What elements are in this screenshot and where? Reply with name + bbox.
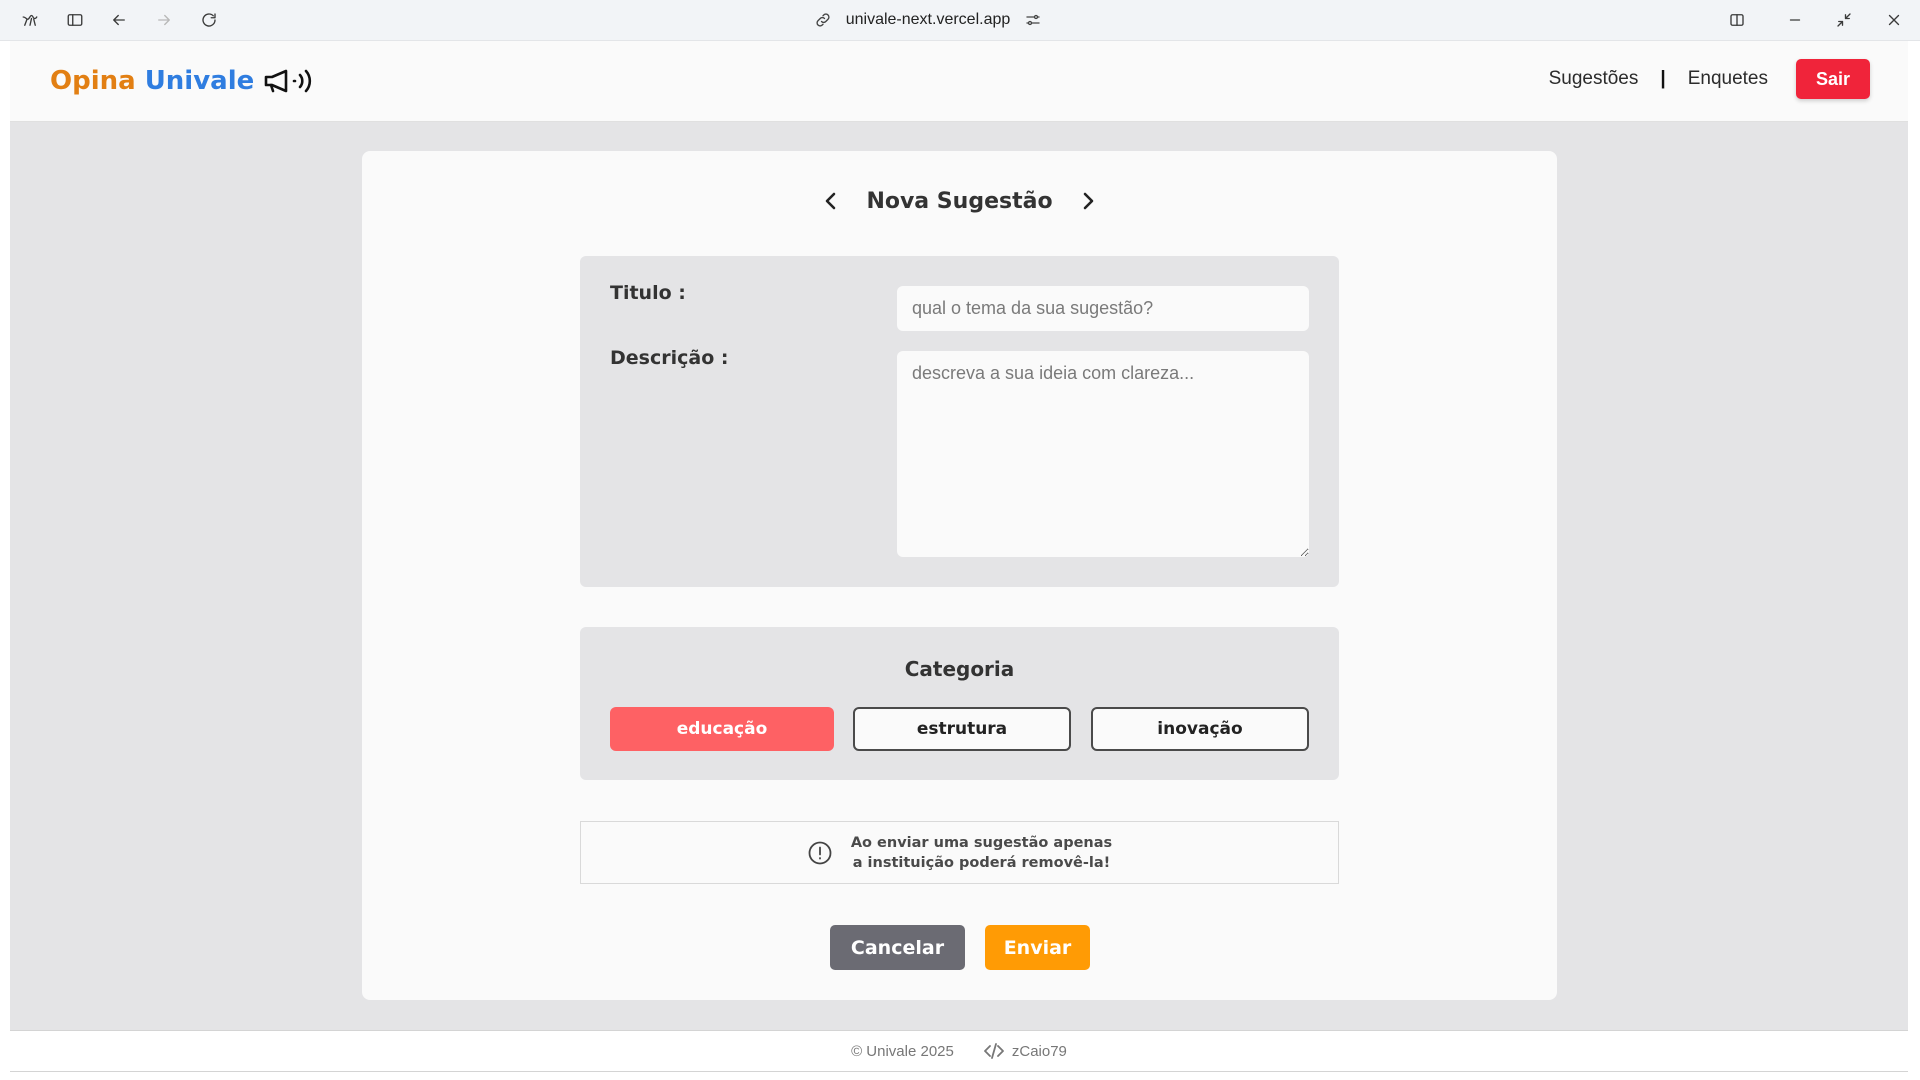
suggestion-form-panel: Titulo : Descrição : — [580, 256, 1339, 587]
minimize-icon[interactable] — [1781, 8, 1809, 32]
address-bar[interactable]: univale-next.vercel.app — [808, 6, 1048, 34]
category-button-educacao[interactable]: educação — [610, 707, 834, 751]
notice-text: Ao enviar uma sugestão apenas a institui… — [851, 833, 1112, 873]
notice-line-2: a instituição poderá removê-la! — [852, 854, 1111, 871]
link-icon — [816, 13, 830, 27]
nav-polls-link[interactable]: Enquetes — [1688, 68, 1768, 90]
footer-author-link[interactable]: zCaio79 — [983, 1043, 1067, 1060]
title-input[interactable] — [897, 286, 1309, 331]
logout-button[interactable]: Sair — [1796, 59, 1870, 99]
footer-author-name[interactable]: zCaio79 — [1012, 1043, 1067, 1060]
close-icon[interactable] — [1880, 8, 1908, 32]
main-nav: Sugestões | Enquetes Sair — [1549, 59, 1870, 99]
description-textarea[interactable] — [897, 351, 1309, 557]
title-label: Titulo : — [610, 282, 686, 304]
site-settings-icon[interactable] — [1024, 11, 1042, 29]
alert-circle-icon — [808, 841, 832, 864]
cancel-button[interactable]: Cancelar — [830, 925, 965, 970]
category-panel: Categoria educação estrutura inovação — [580, 627, 1339, 780]
chevron-left-icon[interactable] — [820, 190, 842, 212]
category-button-estrutura[interactable]: estrutura — [853, 707, 1071, 751]
split-view-icon[interactable] — [1723, 8, 1751, 32]
forward-arrow-icon[interactable] — [150, 8, 178, 32]
sidebar-toggle-icon[interactable] — [61, 8, 89, 32]
page-title: Nova Sugestão — [866, 188, 1053, 214]
category-heading: Categoria — [904, 657, 1015, 681]
removal-notice: Ao enviar uma sugestão apenas a institui… — [580, 821, 1339, 884]
restore-icon[interactable] — [1830, 8, 1858, 32]
logo-text-univale: Univale — [144, 66, 255, 96]
back-arrow-icon[interactable] — [105, 8, 133, 32]
nav-separator: | — [1660, 68, 1666, 89]
submit-button[interactable]: Enviar — [985, 925, 1090, 970]
notice-line-1: Ao enviar uma sugestão apenas — [850, 834, 1113, 851]
new-suggestion-card: Nova Sugestão Titulo : Descrição : Categ… — [362, 151, 1557, 1000]
url-text[interactable]: univale-next.vercel.app — [846, 11, 1011, 29]
nav-suggestions-link[interactable]: Sugestões — [1549, 68, 1639, 90]
description-label: Descrição : — [610, 347, 729, 369]
logo-text-opina: Opina — [50, 66, 136, 96]
site-footer: © Univale 2025 zCaio79 — [10, 1030, 1908, 1072]
megaphone-icon — [264, 69, 312, 93]
app-logo-icon[interactable] — [16, 8, 44, 32]
browser-toolbar: univale-next.vercel.app — [0, 0, 1920, 41]
reload-icon[interactable] — [195, 8, 223, 32]
card-title-row: Nova Sugestão — [362, 181, 1557, 221]
code-icon — [983, 1043, 1004, 1059]
site-logo[interactable]: Opina Univale — [50, 63, 319, 99]
category-button-inovacao[interactable]: inovação — [1091, 707, 1309, 751]
site-header: Opina Univale Sugestões | Enquetes Sair — [10, 41, 1908, 122]
footer-copyright: © Univale 2025 — [851, 1042, 954, 1060]
chevron-right-icon[interactable] — [1077, 190, 1099, 212]
